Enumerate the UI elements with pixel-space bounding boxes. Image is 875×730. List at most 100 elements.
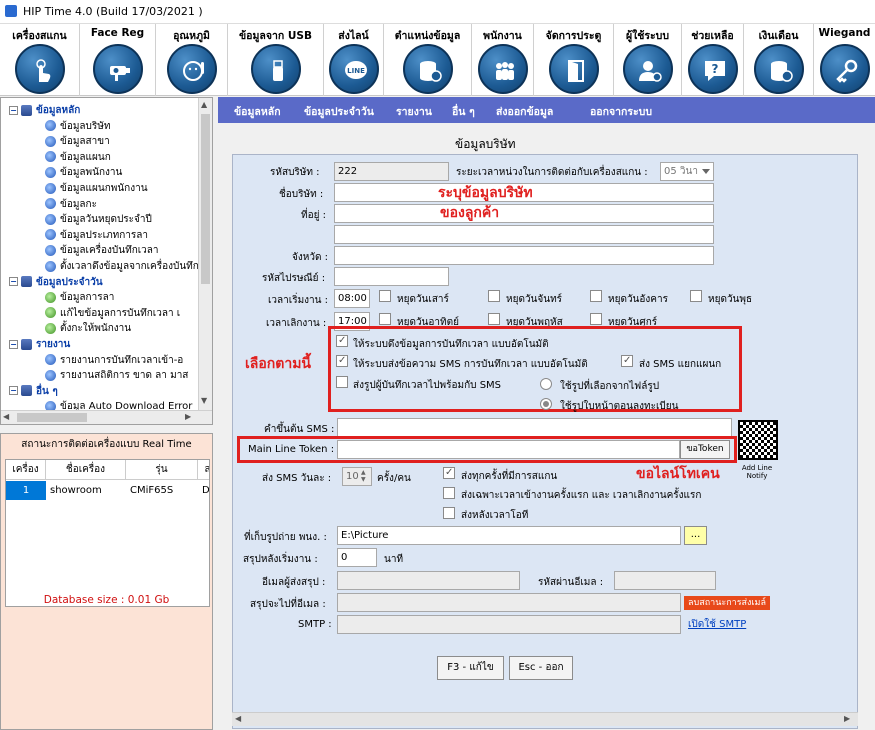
request-token-button[interactable]: ขอToken [680, 440, 730, 459]
sms-first-last-checkbox[interactable] [443, 487, 455, 499]
toolbar-users-button[interactable]: ผู้ใช้ระบบ [614, 24, 682, 96]
toolbar-employees-button[interactable]: พนักงาน [472, 24, 534, 96]
tree-item[interactable]: ตั้งเวลาดึงข้อมูลจากเครื่องบันทึก [45, 259, 199, 275]
toolbar-data-location-button[interactable]: ตำแหน่งข้อมูล [384, 24, 472, 96]
menu-export[interactable]: ส่งออกข้อมูล [496, 103, 553, 120]
sms-prefix-input[interactable] [337, 418, 732, 437]
tree-group[interactable]: − รายงาน [9, 337, 70, 353]
address-input-2[interactable] [334, 225, 714, 244]
tree-group[interactable]: − อื่น ๆ [9, 384, 58, 400]
toolbar-door-button[interactable]: จัดการประตู [534, 24, 614, 96]
collapse-icon[interactable]: − [9, 277, 18, 287]
toolbar-scanner-button[interactable]: เครื่องสแกน [0, 24, 80, 96]
column-header[interactable]: ชื่อเครื่อง [46, 460, 126, 480]
province-input[interactable] [334, 246, 714, 265]
scroll-left-icon[interactable]: ◀ [235, 714, 241, 723]
file-photo-radio[interactable] [540, 378, 552, 390]
column-header[interactable]: รุ่น [126, 460, 198, 480]
scrollbar-thumb[interactable] [201, 114, 210, 284]
photo-store-input[interactable]: E:\Picture [337, 526, 681, 545]
tree-item[interactable]: ข้อมูลวันหยุดประจำปี [45, 212, 152, 228]
scroll-down-icon[interactable]: ▼ [201, 396, 207, 405]
sms-per-day-stepper[interactable]: 10 [342, 467, 372, 486]
smtp-input[interactable] [337, 615, 681, 634]
sms-after-ot-checkbox[interactable] [443, 507, 455, 519]
address-input-1[interactable] [334, 204, 714, 223]
tree-item[interactable]: ตั้งกะให้พนักงาน [45, 321, 131, 337]
menu-reports[interactable]: รายงาน [396, 103, 432, 120]
holiday-fri-checkbox[interactable] [590, 313, 602, 325]
collapse-icon[interactable]: − [9, 339, 18, 349]
tree-item[interactable]: ข้อมูลพนักงาน [45, 165, 122, 181]
tree-item[interactable]: ข้อมูลแผนก [45, 150, 111, 166]
collapse-icon[interactable]: − [9, 105, 18, 115]
summary-to-input[interactable] [337, 593, 681, 612]
line-token-input[interactable] [337, 440, 680, 459]
auto-sms-checkbox[interactable] [336, 355, 348, 367]
edit-button[interactable]: F3 - แก้ไข [437, 656, 504, 680]
company-name-label: ชื่อบริษัท : [279, 189, 324, 200]
device-cell[interactable]: Dis [198, 481, 209, 500]
tree-item[interactable]: ข้อมูลกะ [45, 197, 97, 213]
tree-group[interactable]: − ข้อมูลประจำวัน [9, 275, 103, 291]
browse-button[interactable]: ... [684, 526, 707, 545]
reg-photo-radio[interactable] [540, 398, 552, 410]
toolbar-usb-button[interactable]: ข้อมูลจาก USB [228, 24, 324, 96]
holiday-thu-checkbox[interactable] [488, 313, 500, 325]
tree-vertical-scrollbar[interactable]: ▲ ▼ [198, 98, 212, 410]
collapse-icon[interactable]: − [9, 386, 18, 396]
device-cell[interactable]: CMiF65S [126, 481, 198, 500]
form-horizontal-scrollbar[interactable]: ◀ ▶ [232, 712, 858, 726]
menu-others[interactable]: อื่น ๆ [452, 103, 475, 120]
tree-item[interactable]: ข้อมูลแผนกพนักงาน [45, 181, 148, 197]
scroll-right-icon[interactable]: ▶ [185, 412, 191, 421]
holiday-sun-checkbox[interactable] [379, 313, 391, 325]
toolbar-wiegand-button[interactable]: Wiegand [814, 24, 875, 96]
interval-select[interactable]: 05 วินา [660, 162, 714, 181]
holiday-sat-checkbox[interactable] [379, 290, 391, 302]
tree-item[interactable]: ข้อมูลประเภทการลา [45, 228, 148, 244]
summary-after-input[interactable]: 0 [337, 548, 377, 567]
device-cell[interactable]: showroom [46, 481, 126, 500]
sender-email-input[interactable] [337, 571, 520, 590]
work-start-input[interactable]: 08:00 [334, 289, 370, 308]
tree-horizontal-scrollbar[interactable]: ◀ ▶ [1, 410, 212, 424]
exit-button[interactable]: Esc - ออก [509, 656, 573, 680]
tree-group[interactable]: − ข้อมูลหลัก [9, 103, 80, 119]
tree-item[interactable]: แก้ไขข้อมูลการบันทึกเวลา เ [45, 306, 180, 322]
toolbar-salary-button[interactable]: เงินเดือน [744, 24, 814, 96]
enable-smtp-link[interactable]: เปิดใช้ SMTP [688, 617, 746, 632]
tree-item[interactable]: ข้อมูลการลา [45, 290, 114, 306]
sms-every-scan-checkbox[interactable] [443, 467, 455, 479]
toolbar-face-reg-button[interactable]: Face Reg [80, 24, 156, 96]
auto-pull-checkbox[interactable] [336, 335, 348, 347]
tree-item[interactable]: ข้อมูลสาขา [45, 134, 110, 150]
send-photo-checkbox[interactable] [336, 376, 348, 388]
clear-mail-status-button[interactable]: ลบสถานะการส่งเมล์ [684, 596, 770, 610]
device-cell[interactable]: 1 [6, 481, 46, 500]
toolbar-line-button[interactable]: ส่งไลน์ LINE [324, 24, 384, 96]
tree-item[interactable]: ข้อมูลบริษัท [45, 119, 110, 135]
holiday-wed-checkbox[interactable] [690, 290, 702, 302]
scroll-up-icon[interactable]: ▲ [201, 100, 207, 109]
company-code-input[interactable]: 222 [334, 162, 449, 181]
postcode-input[interactable] [334, 267, 449, 286]
toolbar-temperature-button[interactable]: อุณหภูมิ [156, 24, 228, 96]
menu-main-data[interactable]: ข้อมูลหลัก [234, 103, 281, 120]
scrollbar-thumb[interactable] [17, 413, 87, 422]
menu-logout[interactable]: ออกจากระบบ [590, 103, 652, 120]
sms-by-dept-checkbox[interactable] [621, 355, 633, 367]
holiday-mon-checkbox[interactable] [488, 290, 500, 302]
scroll-right-icon[interactable]: ▶ [844, 714, 850, 723]
column-header[interactable]: ส [198, 460, 209, 480]
email-password-input[interactable] [614, 571, 716, 590]
tree-item[interactable]: รายงานการบันทึกเวลาเข้า-อ [45, 353, 183, 369]
menu-daily-data[interactable]: ข้อมูลประจำวัน [304, 103, 374, 120]
scroll-left-icon[interactable]: ◀ [3, 412, 9, 421]
column-header[interactable]: เครื่อง [6, 460, 46, 480]
tree-item[interactable]: รายงานสถิติการ ขาด ลา มาส [45, 368, 188, 384]
stepper-arrows-icon[interactable]: ▲ ▼ [361, 469, 366, 483]
toolbar-help-button[interactable]: ช่วยเหลือ ? [682, 24, 744, 96]
holiday-tue-checkbox[interactable] [590, 290, 602, 302]
tree-item[interactable]: ข้อมูลเครื่องบันทึกเวลา [45, 243, 159, 259]
